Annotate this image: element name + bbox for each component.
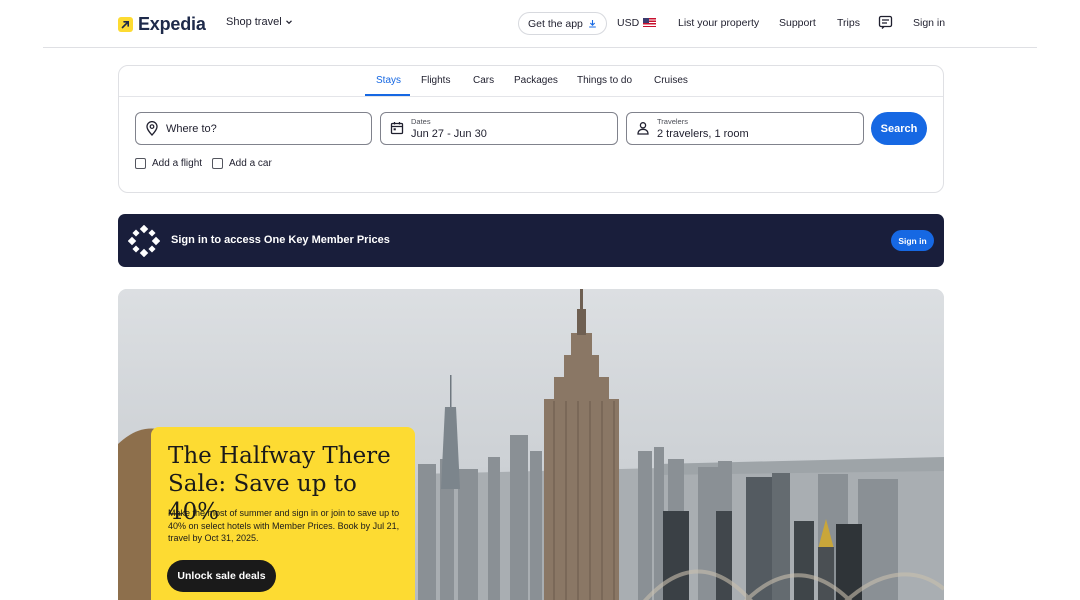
add-car-label: Add a car (229, 158, 272, 169)
logo-text: Expedia (138, 14, 206, 34)
banner-sign-in-button[interactable]: Sign in (891, 230, 934, 251)
list-property-link[interactable]: List your property (678, 17, 759, 29)
tab-things-to-do[interactable]: Things to do (577, 75, 632, 86)
download-icon (589, 20, 596, 28)
tab-packages[interactable]: Packages (514, 75, 558, 86)
travelers-field[interactable]: Travelers 2 travelers, 1 room (626, 112, 864, 145)
header-divider (43, 47, 1037, 48)
add-flight-label: Add a flight (152, 158, 203, 169)
get-the-app-button[interactable]: Get the app (518, 12, 607, 35)
where-to-placeholder: Where to? (166, 123, 217, 135)
tab-cars[interactable]: Cars (473, 75, 494, 86)
one-key-icon (127, 224, 161, 262)
us-flag-icon (643, 18, 657, 27)
chevron-down-icon (285, 20, 292, 25)
unlock-sale-deals-button[interactable]: Unlock sale deals (167, 560, 276, 592)
dates-field[interactable]: Dates Jun 27 - Jun 30 (380, 112, 618, 145)
shop-travel-menu[interactable]: Shop travel (226, 16, 293, 28)
add-car-checkbox[interactable]: Add a car (212, 158, 272, 169)
header-sign-in-link[interactable]: Sign in (913, 17, 945, 29)
currency-selector[interactable]: USD (617, 17, 657, 29)
add-flight-checkbox[interactable]: Add a flight (135, 158, 202, 169)
support-link[interactable]: Support (779, 17, 816, 29)
one-key-banner: Sign in to access One Key Member Prices … (118, 214, 944, 267)
add-car-checkbox-box[interactable] (212, 158, 223, 169)
sale-promo-card: The Halfway There Sale: Save up to 40% M… (151, 427, 415, 600)
active-tab-indicator (365, 94, 410, 96)
tab-stays[interactable]: Stays (376, 75, 401, 86)
chat-icon[interactable] (878, 15, 893, 33)
add-flight-checkbox-box[interactable] (135, 158, 146, 169)
expedia-logo[interactable]: Expedia (118, 14, 206, 35)
search-card: Stays Flights Cars Packages Things to do… (118, 65, 944, 193)
get-app-label: Get the app (528, 17, 583, 30)
arrow-logo-icon (118, 17, 133, 32)
calendar-icon (390, 121, 404, 140)
site-header: Expedia Shop travel Get the app USD List… (0, 0, 1080, 48)
travelers-label: Travelers (657, 117, 688, 126)
travelers-value: 2 travelers, 1 room (657, 128, 749, 140)
one-key-banner-text: Sign in to access One Key Member Prices (171, 234, 390, 246)
search-tabs: Stays Flights Cars Packages Things to do… (119, 66, 943, 97)
person-icon (636, 121, 650, 140)
tab-flights[interactable]: Flights (421, 75, 450, 86)
shop-travel-label: Shop travel (226, 16, 282, 28)
tab-cruises[interactable]: Cruises (654, 75, 688, 86)
dates-label: Dates (411, 117, 431, 126)
promo-description: Make the most of summer and sign in or j… (168, 508, 400, 543)
currency-label: USD (617, 17, 640, 29)
trips-link[interactable]: Trips (837, 17, 860, 29)
search-button[interactable]: Search (871, 112, 927, 145)
map-pin-icon (145, 121, 159, 141)
where-to-field[interactable]: Where to? (135, 112, 372, 145)
dates-value: Jun 27 - Jun 30 (411, 128, 487, 140)
